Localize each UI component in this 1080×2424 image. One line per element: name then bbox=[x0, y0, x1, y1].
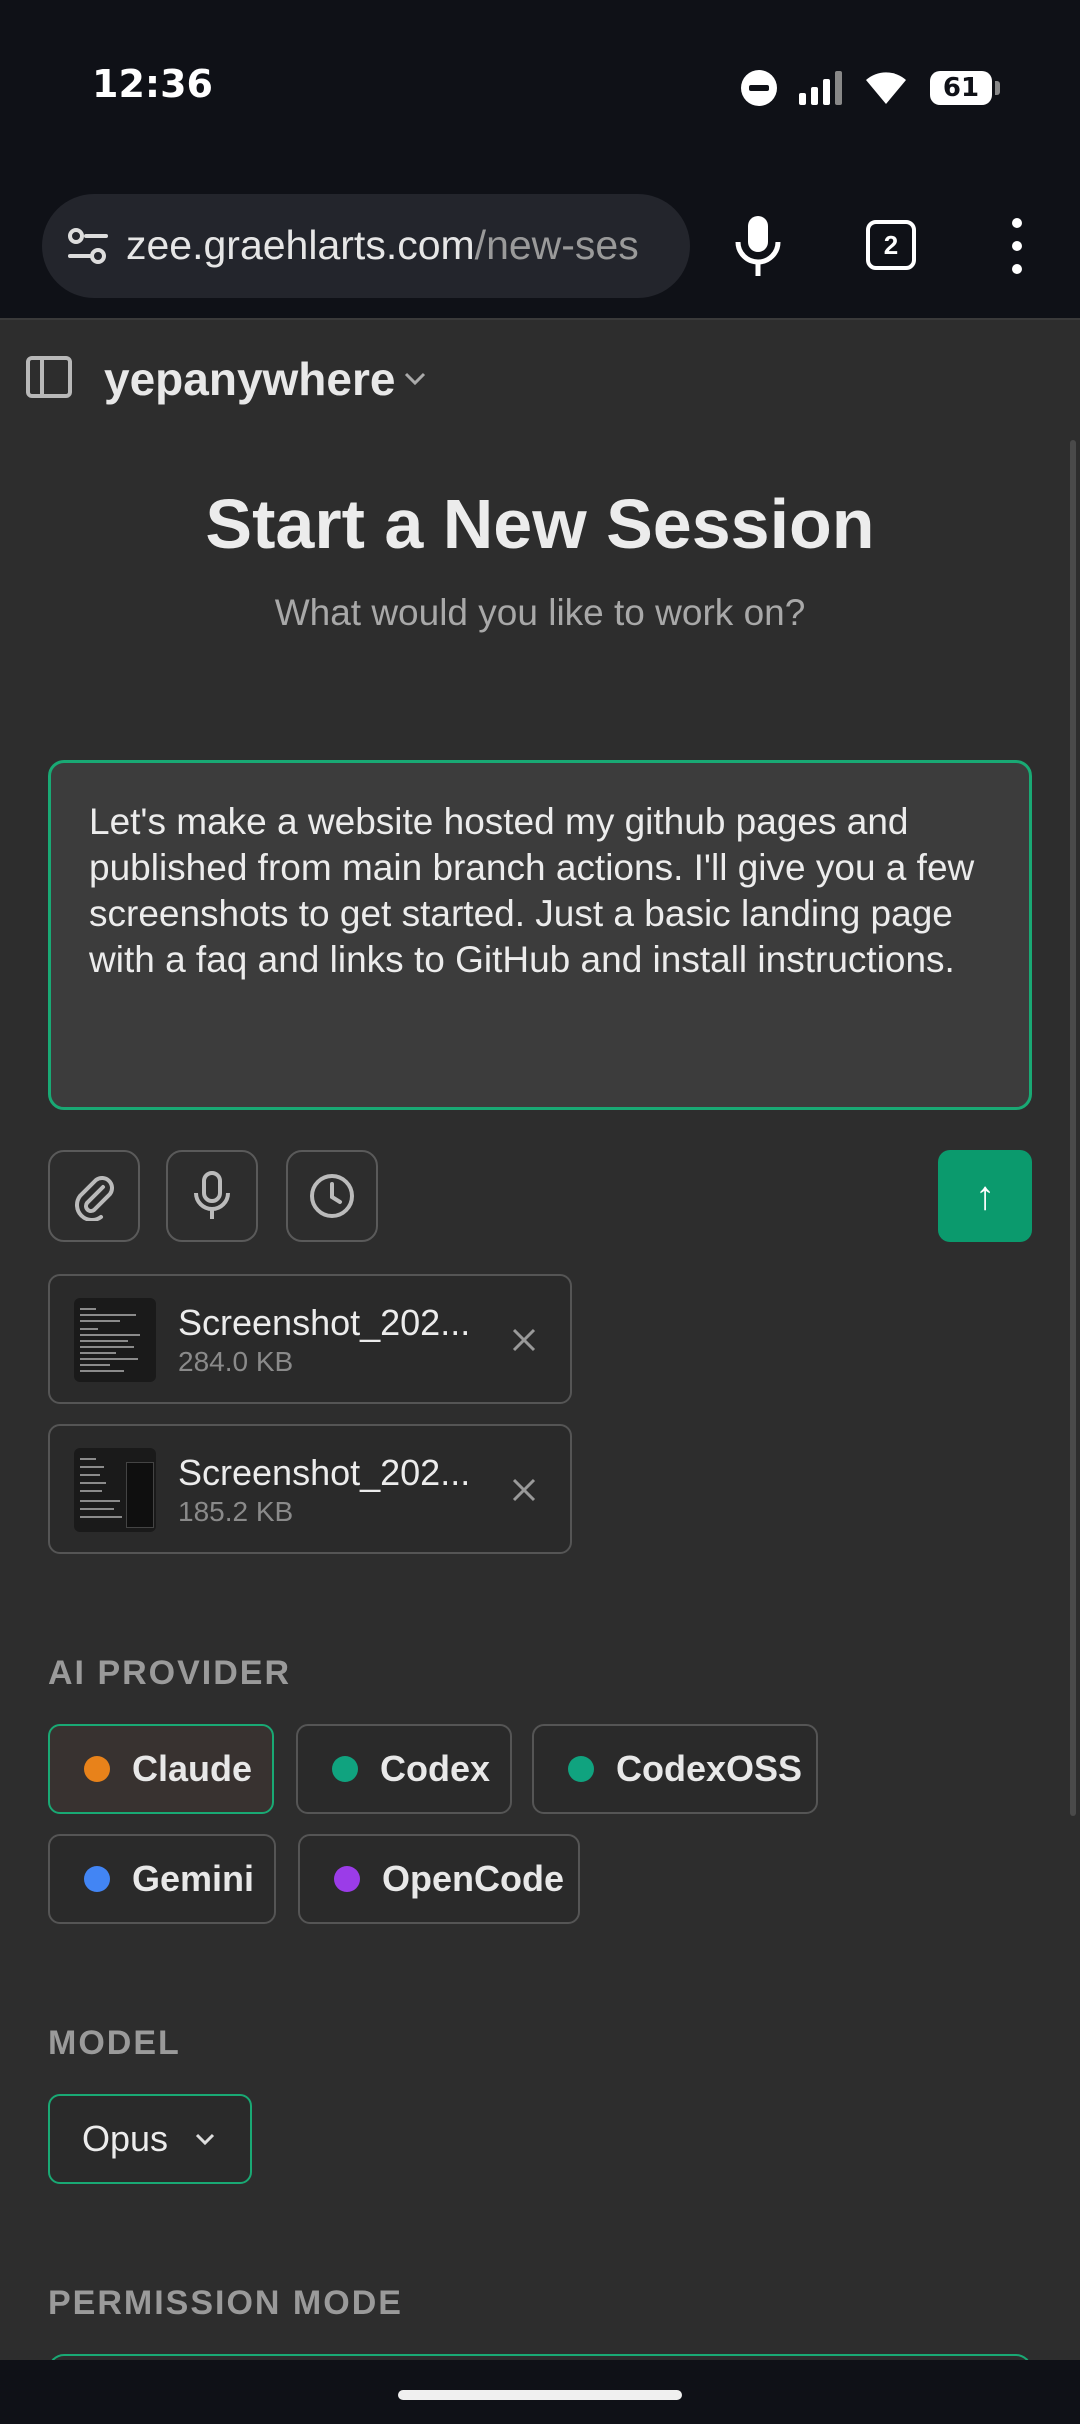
permission-mode-label: PERMISSION MODE bbox=[48, 2284, 403, 2322]
model-select[interactable]: Opus bbox=[48, 2094, 252, 2184]
status-dot bbox=[84, 1866, 110, 1892]
model-value: Opus bbox=[82, 2118, 169, 2159]
scrollbar[interactable] bbox=[1070, 440, 1076, 1816]
tab-count: 2 bbox=[883, 229, 899, 260]
more-vert-icon[interactable] bbox=[1000, 218, 1034, 274]
battery-icon: 61 bbox=[930, 71, 1000, 105]
tabs-button[interactable]: 2 bbox=[866, 220, 916, 270]
wifi-icon bbox=[866, 72, 906, 104]
attachment-item: Screenshot_202... 185.2 KB bbox=[48, 1424, 572, 1554]
ai-provider-label: AI PROVIDER bbox=[48, 1654, 292, 1692]
chevron-down-icon[interactable] bbox=[400, 364, 430, 394]
status-bar: 12:36 61 bbox=[0, 0, 1080, 178]
provider-chip-codex[interactable]: Codex bbox=[296, 1724, 512, 1814]
provider-chip-codexoss[interactable]: CodexOSS bbox=[532, 1724, 818, 1814]
send-button[interactable]: ↑ bbox=[938, 1150, 1032, 1242]
provider-label: CodexOSS bbox=[616, 1748, 803, 1789]
paperclip-icon bbox=[75, 1176, 114, 1221]
close-icon[interactable] bbox=[506, 1472, 542, 1508]
home-gesture-handle[interactable] bbox=[398, 2390, 682, 2400]
provider-label: OpenCode bbox=[382, 1858, 565, 1899]
app-header: yepanywhere bbox=[0, 320, 1080, 436]
provider-label: Codex bbox=[380, 1748, 491, 1789]
close-icon[interactable] bbox=[506, 1322, 542, 1358]
status-dot bbox=[84, 1756, 110, 1782]
address-bar[interactable]: zee.graehlarts.com/new-ses bbox=[42, 194, 690, 298]
status-dot bbox=[332, 1756, 358, 1782]
clock-icon bbox=[310, 1174, 354, 1218]
browser-toolbar: zee.graehlarts.com/new-ses 2 bbox=[0, 178, 1080, 320]
attachment-thumbnail bbox=[74, 1448, 156, 1532]
microphone-icon bbox=[194, 1171, 230, 1219]
status-dot bbox=[568, 1756, 594, 1782]
sidebar-toggle-icon[interactable] bbox=[26, 356, 72, 398]
url-path: /new-ses bbox=[474, 222, 639, 268]
attachment-size: 185.2 KB bbox=[178, 1496, 294, 1527]
attachment-size: 284.0 KB bbox=[178, 1346, 294, 1377]
page-subtitle: What would you like to work on? bbox=[274, 592, 806, 633]
provider-chip-opencode[interactable]: OpenCode bbox=[298, 1834, 580, 1924]
status-time: 12:36 bbox=[92, 62, 213, 106]
project-selector[interactable]: yepanywhere bbox=[104, 352, 395, 406]
provider-chip-claude[interactable]: Claude bbox=[48, 1724, 274, 1814]
provider-label: Claude bbox=[132, 1748, 253, 1789]
send-arrow-icon: ↑ bbox=[975, 1173, 995, 1218]
prompt-input[interactable]: Let's make a website hosted my github pa… bbox=[48, 760, 1032, 1110]
attachment-item: Screenshot_202... 284.0 KB bbox=[48, 1274, 572, 1404]
provider-label: Gemini bbox=[132, 1858, 255, 1899]
model-label: MODEL bbox=[48, 2024, 181, 2062]
status-icons: 61 bbox=[741, 64, 1000, 112]
status-dot bbox=[334, 1866, 360, 1892]
attachment-thumbnail bbox=[74, 1298, 156, 1382]
navigation-bar bbox=[0, 2360, 1080, 2424]
attach-button[interactable] bbox=[48, 1150, 140, 1242]
signal-icon bbox=[799, 71, 842, 105]
provider-chip-gemini[interactable]: Gemini bbox=[48, 1834, 276, 1924]
battery-level: 61 bbox=[942, 73, 980, 103]
url-text[interactable]: zee.graehlarts.com/new-ses bbox=[126, 222, 639, 269]
url-domain: zee.graehlarts.com bbox=[126, 222, 475, 268]
voice-input-button[interactable] bbox=[166, 1150, 258, 1242]
page-title: Start a New Session bbox=[205, 485, 875, 563]
attachment-name: Screenshot_202... bbox=[178, 1302, 471, 1343]
microphone-icon[interactable] bbox=[730, 214, 786, 278]
chevron-down-icon bbox=[195, 2133, 215, 2146]
attachment-name: Screenshot_202... bbox=[178, 1452, 471, 1493]
do-not-disturb-icon bbox=[741, 70, 777, 106]
site-settings-icon[interactable] bbox=[66, 224, 110, 268]
schedule-button[interactable] bbox=[286, 1150, 378, 1242]
